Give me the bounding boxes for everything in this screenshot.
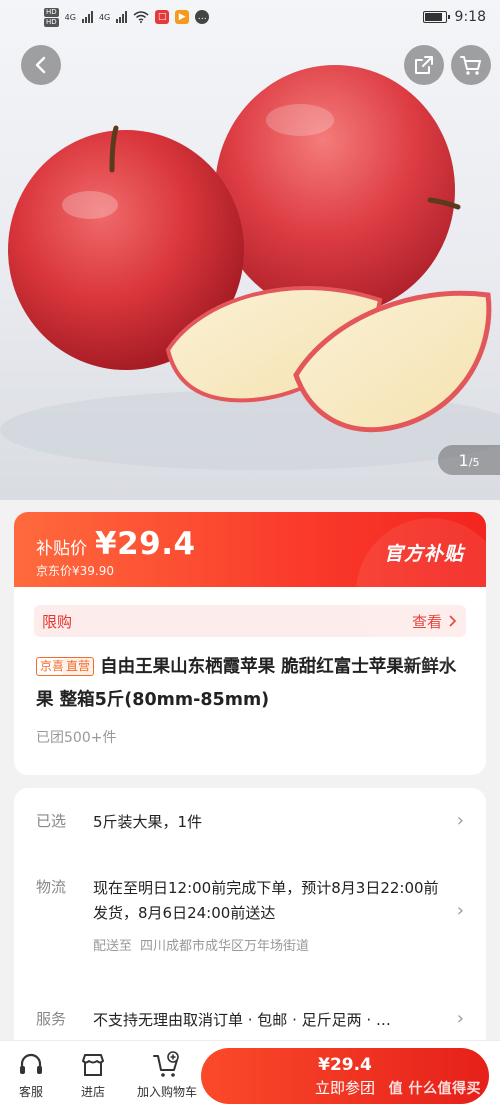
chevron-right-icon: › (456, 1008, 464, 1029)
network-type-2: 4G (98, 12, 111, 22)
signal-icon (81, 11, 93, 23)
clock: 9:18 (454, 9, 486, 25)
ship-to[interactable]: 配送至 四川成都市成华区万年场街道 (93, 934, 448, 959)
store-icon (82, 1054, 104, 1076)
app-notification-icon: □ (155, 10, 170, 24)
logistics-label: 物流 (36, 878, 67, 896)
product-summary-card: 补贴价 ¥29.4 京东价¥39.90 官方补贴 限购 查看 京喜 直营 自由王果… (14, 512, 486, 775)
product-title: 自由王果山东栖霞苹果 脆甜红富士苹果新鲜水果 整箱5斤(80mm-85mm) (36, 657, 457, 710)
subsidy-price-label: 补贴价 (36, 539, 87, 559)
wifi-icon (133, 11, 149, 23)
status-bar: HD HD 4G 4G □ ▶ … 9:18 (0, 0, 500, 34)
ship-to-label: 配送至 (93, 939, 133, 954)
bottom-action-bar: 客服 进店 加入购物车 ¥29.4 立即参团 值 什么值得买 (0, 1040, 500, 1111)
sold-count: 已团500+件 (36, 730, 117, 746)
price-banner: 补贴价 ¥29.4 京东价¥39.90 官方补贴 (14, 512, 486, 668)
limit-label: 限购 (42, 612, 73, 631)
buy-label: 立即参团 (314, 1078, 375, 1097)
chevron-left-icon (35, 56, 46, 74)
video-app-icon: ▶ (175, 10, 190, 24)
ship-to-address: 四川成都市成华区万年场街道 (140, 939, 310, 954)
add-to-cart-button[interactable]: 加入购物车 (124, 1041, 210, 1100)
service-label: 服务 (36, 1010, 67, 1028)
cart-button[interactable] (451, 45, 491, 85)
share-button[interactable] (404, 45, 444, 85)
battery-icon (422, 11, 450, 23)
official-subsidy-badge: 官方补贴 (383, 543, 464, 565)
service-row[interactable]: 服务 不支持无理由取消订单 · 包邮 · 足斤足两 · … › (36, 1008, 464, 1033)
add-cart-label: 加入购物车 (136, 1085, 197, 1099)
share-icon (415, 56, 433, 74)
image-pager: 1/5 (438, 445, 500, 475)
sim-badge-1: HD (44, 7, 59, 17)
message-icon: … (195, 10, 210, 24)
chevron-right-icon: › (456, 900, 464, 921)
network-type-1: 4G (64, 12, 76, 22)
logistics-row[interactable]: 物流 现在至明日12:00前完成下单，预计8月3日22:00前发货，8月6日24… (36, 876, 464, 959)
customer-service-label: 客服 (18, 1085, 43, 1099)
back-button[interactable] (21, 45, 61, 85)
signal-icon-2 (116, 11, 128, 23)
buy-price: ¥29.4 (318, 1054, 372, 1075)
customer-service-button[interactable]: 客服 (0, 1041, 62, 1100)
selected-value: 5斤装大果，1件 (93, 813, 203, 831)
headset-icon (20, 1053, 42, 1074)
logistics-value: 现在至明日12:00前完成下单，预计8月3日22:00前发货，8月6日24:00… (93, 879, 439, 922)
add-cart-icon (153, 1051, 179, 1077)
chevron-right-icon: › (456, 810, 464, 831)
selected-label: 已选 (36, 812, 67, 830)
store-label: 进店 (80, 1085, 105, 1099)
selected-spec-row[interactable]: 已选 5斤装大果，1件 › (36, 810, 464, 835)
product-details-card: 已选 5斤装大果，1件 › 物流 现在至明日12:00前完成下单，预计8月3日2… (14, 788, 486, 1058)
group-buy-button[interactable]: ¥29.4 立即参团 值 什么值得买 (201, 1048, 489, 1104)
original-price: 京东价¥39.90 (36, 564, 114, 578)
pager-current: 1 (458, 450, 469, 470)
watermark: 值 什么值得买 (388, 1081, 481, 1097)
store-button[interactable]: 进店 (62, 1041, 124, 1100)
pager-total: /5 (468, 455, 480, 469)
product-image[interactable]: 1/5 (0, 0, 500, 500)
subsidy-price: ¥29.4 (95, 526, 196, 562)
direct-sale-tag: 直营 (63, 657, 95, 676)
service-value: 不支持无理由取消订单 · 包邮 · 足斤足两 · … (93, 1011, 391, 1029)
sim-badge-2: HD (44, 17, 59, 27)
sim-badges: HD HD (44, 7, 59, 27)
cart-icon (460, 56, 481, 75)
